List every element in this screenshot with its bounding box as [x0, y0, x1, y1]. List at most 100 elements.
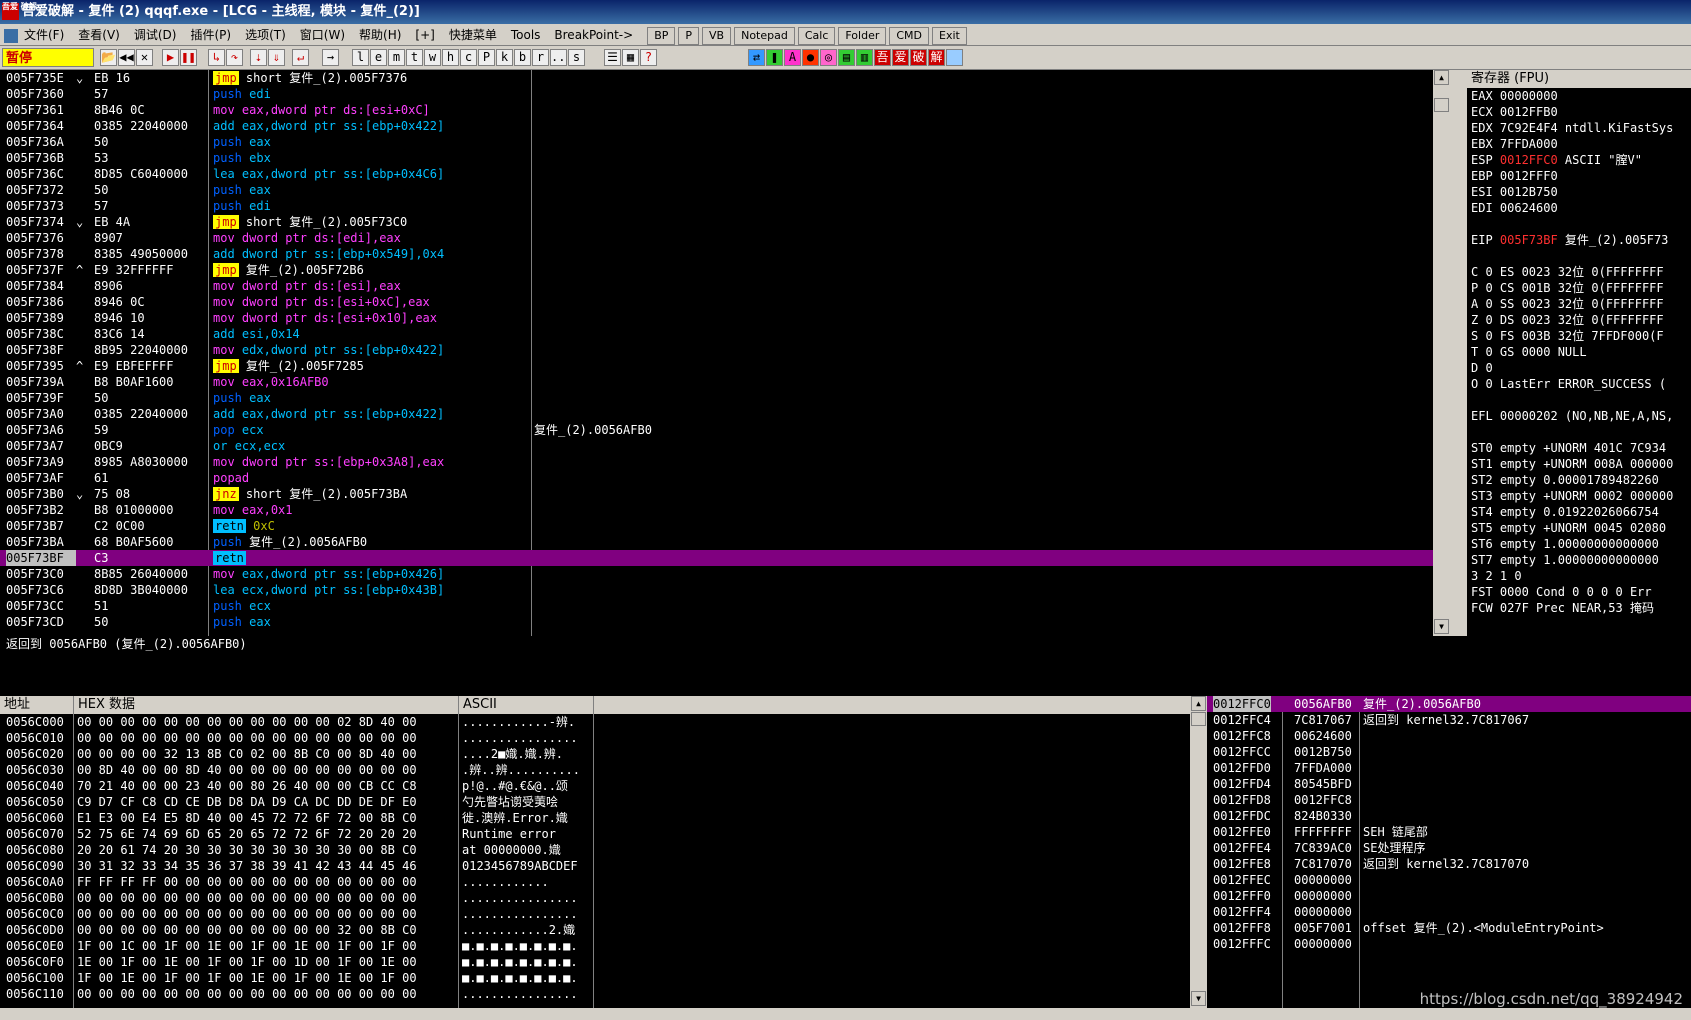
stack-pane[interactable]: 0012FFC0 0056AFB0 复件_(2).0056AFB0 0012FF…	[1207, 696, 1691, 1008]
menu-item[interactable]: 选项(T)	[245, 24, 286, 46]
pause-green-icon[interactable]: ❚	[766, 49, 783, 66]
toolbar-letter-button[interactable]: w	[424, 49, 441, 66]
app-menu-icon[interactable]	[4, 28, 18, 43]
disassembly-row[interactable]: 005F736B 53 push ebx	[0, 150, 1450, 166]
disassembly-row[interactable]: 005F739F 50 push eax	[0, 390, 1450, 406]
register-line[interactable]: EAX 00000000	[1467, 88, 1691, 104]
scroll-down-icon[interactable]: ▼	[1434, 619, 1449, 634]
register-line[interactable]: C 0 ES 0023 32位 0(FFFFFFFF	[1467, 264, 1691, 280]
stack-row[interactable]: 0012FFC4 7C817067 返回到 kernel32.7C817067	[1207, 712, 1691, 728]
dump-row[interactable]: 0056C0A0 FF FF FF FF 00 00 00 00 00 00 0…	[0, 874, 1207, 890]
step-into-icon[interactable]: ↳	[208, 49, 225, 66]
target-icon[interactable]: ◎	[820, 49, 837, 66]
disassembly-row[interactable]: 005F73B0 ⌄ 75 08 jnz short 复件_(2).005F73…	[0, 486, 1450, 502]
register-line[interactable]: EFL 00000202 (NO,NB,NE,A,NS,	[1467, 408, 1691, 424]
toolbar-letter-button[interactable]: m	[388, 49, 405, 66]
register-line[interactable]: ST2 empty 0.00001789482260	[1467, 472, 1691, 488]
disassembly-row[interactable]: 005F73B7 C2 0C00 retn 0xC	[0, 518, 1450, 534]
disassembly-row[interactable]: 005F735E ⌄ EB 16 jmp short 复件_(2).005F73…	[0, 70, 1450, 86]
stack-row[interactable]: 0012FFE4 7C839AC0 SE处理程序	[1207, 840, 1691, 856]
menu-tool-button[interactable]: VB	[702, 27, 732, 45]
register-line[interactable]: EBP 0012FFF0	[1467, 168, 1691, 184]
toolbar-letter-button[interactable]: b	[514, 49, 531, 66]
menu-tool-button[interactable]: Folder	[838, 27, 887, 45]
dump-row[interactable]: 0056C070 52 75 6E 74 69 6D 65 20 65 72 7…	[0, 826, 1207, 842]
register-line[interactable]: ST1 empty +UNORM 008A 000000	[1467, 456, 1691, 472]
dump-row[interactable]: 0056C110 00 00 00 00 00 00 00 00 00 00 0…	[0, 986, 1207, 1002]
toolbar-letter-button[interactable]: c	[460, 49, 477, 66]
disassembly-row[interactable]: 005F73AF 61 popad	[0, 470, 1450, 486]
dump-row[interactable]: 0056C040 70 21 40 00 00 23 40 00 80 26 4…	[0, 778, 1207, 794]
dump-row[interactable]: 0056C090 30 31 32 33 34 35 36 37 38 39 4…	[0, 858, 1207, 874]
dump-row[interactable]: 0056C0C0 00 00 00 00 00 00 00 00 00 00 0…	[0, 906, 1207, 922]
disassembly-row[interactable]: 005F73C0 8B85 26040000 mov eax,dword ptr…	[0, 566, 1450, 582]
table-icon[interactable]: ▤	[838, 49, 855, 66]
register-line[interactable]: ST4 empty 0.01922026066754	[1467, 504, 1691, 520]
register-line[interactable]: Z 0 DS 0023 32位 0(FFFFFFFF	[1467, 312, 1691, 328]
disassembly-row[interactable]: 005F738F 8B95 22040000 mov edx,dword ptr…	[0, 342, 1450, 358]
menu-item[interactable]: [+]	[415, 24, 434, 46]
register-line[interactable]: P 0 CS 001B 32位 0(FFFFFFFF	[1467, 280, 1691, 296]
register-line[interactable]: EDX 7C92E4F4 ntdll.KiFastSys	[1467, 120, 1691, 136]
menu-tool-button[interactable]: Calc	[797, 27, 836, 45]
toolbar-letter-button[interactable]: t	[406, 49, 423, 66]
disassembly-scrollbar[interactable]: ▲ ▼	[1433, 70, 1450, 636]
toolbar-letter-button[interactable]: r	[532, 49, 549, 66]
register-line[interactable]: ST5 empty +UNORM 0045 02080	[1467, 520, 1691, 536]
stack-row[interactable]: 0012FFEC 00000000	[1207, 872, 1691, 888]
menu-tool-button[interactable]: BP	[647, 27, 676, 45]
disassembly-row[interactable]: 005F7361 8B46 0C mov eax,dword ptr ds:[e…	[0, 102, 1450, 118]
stack-row[interactable]: 0012FFE8 7C817070 返回到 kernel32.7C817070	[1207, 856, 1691, 872]
register-line[interactable]: ESP 0012FFC0 ASCII "膣V"	[1467, 152, 1691, 168]
blank-icon[interactable]	[946, 49, 963, 66]
help-icon[interactable]: ?	[640, 49, 657, 66]
dump-row[interactable]: 0056C100 1F 00 1E 00 1F 00 1F 00 1E 00 1…	[0, 970, 1207, 986]
stack-row[interactable]: 0012FFFC 00000000	[1207, 936, 1691, 952]
a-icon[interactable]: A	[784, 49, 801, 66]
dump-col-address[interactable]: 地址	[0, 696, 74, 714]
menu-tool-button[interactable]: Notepad	[734, 27, 795, 45]
register-line[interactable]: ESI 0012B750	[1467, 184, 1691, 200]
menu-tool-button[interactable]: CMD	[889, 27, 930, 45]
toolbar-letter-button[interactable]: k	[496, 49, 513, 66]
open-icon[interactable]: 📂	[100, 49, 117, 66]
disassembly-row[interactable]: 005F7395 ^ E9 EBFEFFFF jmp 复件_(2).005F72…	[0, 358, 1450, 374]
execute-till-return-icon[interactable]: ↵	[292, 49, 309, 66]
stack-row[interactable]: 0012FFD8 0012FFC8	[1207, 792, 1691, 808]
record-icon[interactable]: ●	[802, 49, 819, 66]
refresh-icon[interactable]: ⇄	[748, 49, 765, 66]
menu-item[interactable]: 窗口(W)	[300, 24, 345, 46]
disassembly-row[interactable]: 005F73CC 51 push ecx	[0, 598, 1450, 614]
register-line[interactable]	[1467, 392, 1691, 408]
stack-row[interactable]: 0012FFD4 80545BFD	[1207, 776, 1691, 792]
stack-row[interactable]: 0012FFD0 7FFDA000	[1207, 760, 1691, 776]
dump-col-hex[interactable]: HEX 数据	[74, 696, 459, 714]
stack-row[interactable]: 0012FFC8 00624600	[1207, 728, 1691, 744]
stack-row[interactable]: 0012FFF4 00000000	[1207, 904, 1691, 920]
disassembly-row[interactable]: 005F7384 8906 mov dword ptr ds:[esi],eax	[0, 278, 1450, 294]
register-line[interactable]: EIP 005F73BF 复件_(2).005F73	[1467, 232, 1691, 248]
toolbar-letter-button[interactable]: s	[568, 49, 585, 66]
rewind-icon[interactable]: ◀◀	[118, 49, 135, 66]
dump-scrollbar[interactable]: ▲ ▼	[1190, 696, 1207, 1008]
dump-row[interactable]: 0056C080 20 20 61 74 20 30 30 30 30 30 3…	[0, 842, 1207, 858]
disassembly-row[interactable]: 005F73A0 0385 22040000 add eax,dword ptr…	[0, 406, 1450, 422]
register-line[interactable]: D 0	[1467, 360, 1691, 376]
disassembly-row[interactable]: 005F738C 83C6 14 add esi,0x14	[0, 326, 1450, 342]
register-line[interactable]: O 0 LastErr ERROR_SUCCESS (	[1467, 376, 1691, 392]
jie-icon[interactable]: 解	[928, 49, 945, 66]
pause-icon[interactable]: ❚❚	[180, 49, 197, 66]
menu-item[interactable]: 文件(F)	[24, 24, 64, 46]
menu-tool-button[interactable]: Exit	[932, 27, 967, 45]
menu-item[interactable]: 查看(V)	[78, 24, 120, 46]
disassembly-row[interactable]: 005F73C6 8D8D 3B040000 lea ecx,dword ptr…	[0, 582, 1450, 598]
goto-icon[interactable]: →	[322, 49, 339, 66]
dump-row[interactable]: 0056C0F0 1E 00 1F 00 1E 00 1F 00 1F 00 1…	[0, 954, 1207, 970]
dump-row[interactable]: 0056C060 E1 E3 00 E4 E5 8D 40 00 45 72 7…	[0, 810, 1207, 826]
disassembly-row[interactable]: 005F7389 8946 10 mov dword ptr ds:[esi+0…	[0, 310, 1450, 326]
menu-item[interactable]: 调试(D)	[134, 24, 177, 46]
grid-icon[interactable]: ▦	[622, 49, 639, 66]
dump-col-ascii[interactable]: ASCII	[459, 696, 594, 714]
register-line[interactable]	[1467, 248, 1691, 264]
disassembly-row[interactable]: 005F7376 8907 mov dword ptr ds:[edi],eax	[0, 230, 1450, 246]
